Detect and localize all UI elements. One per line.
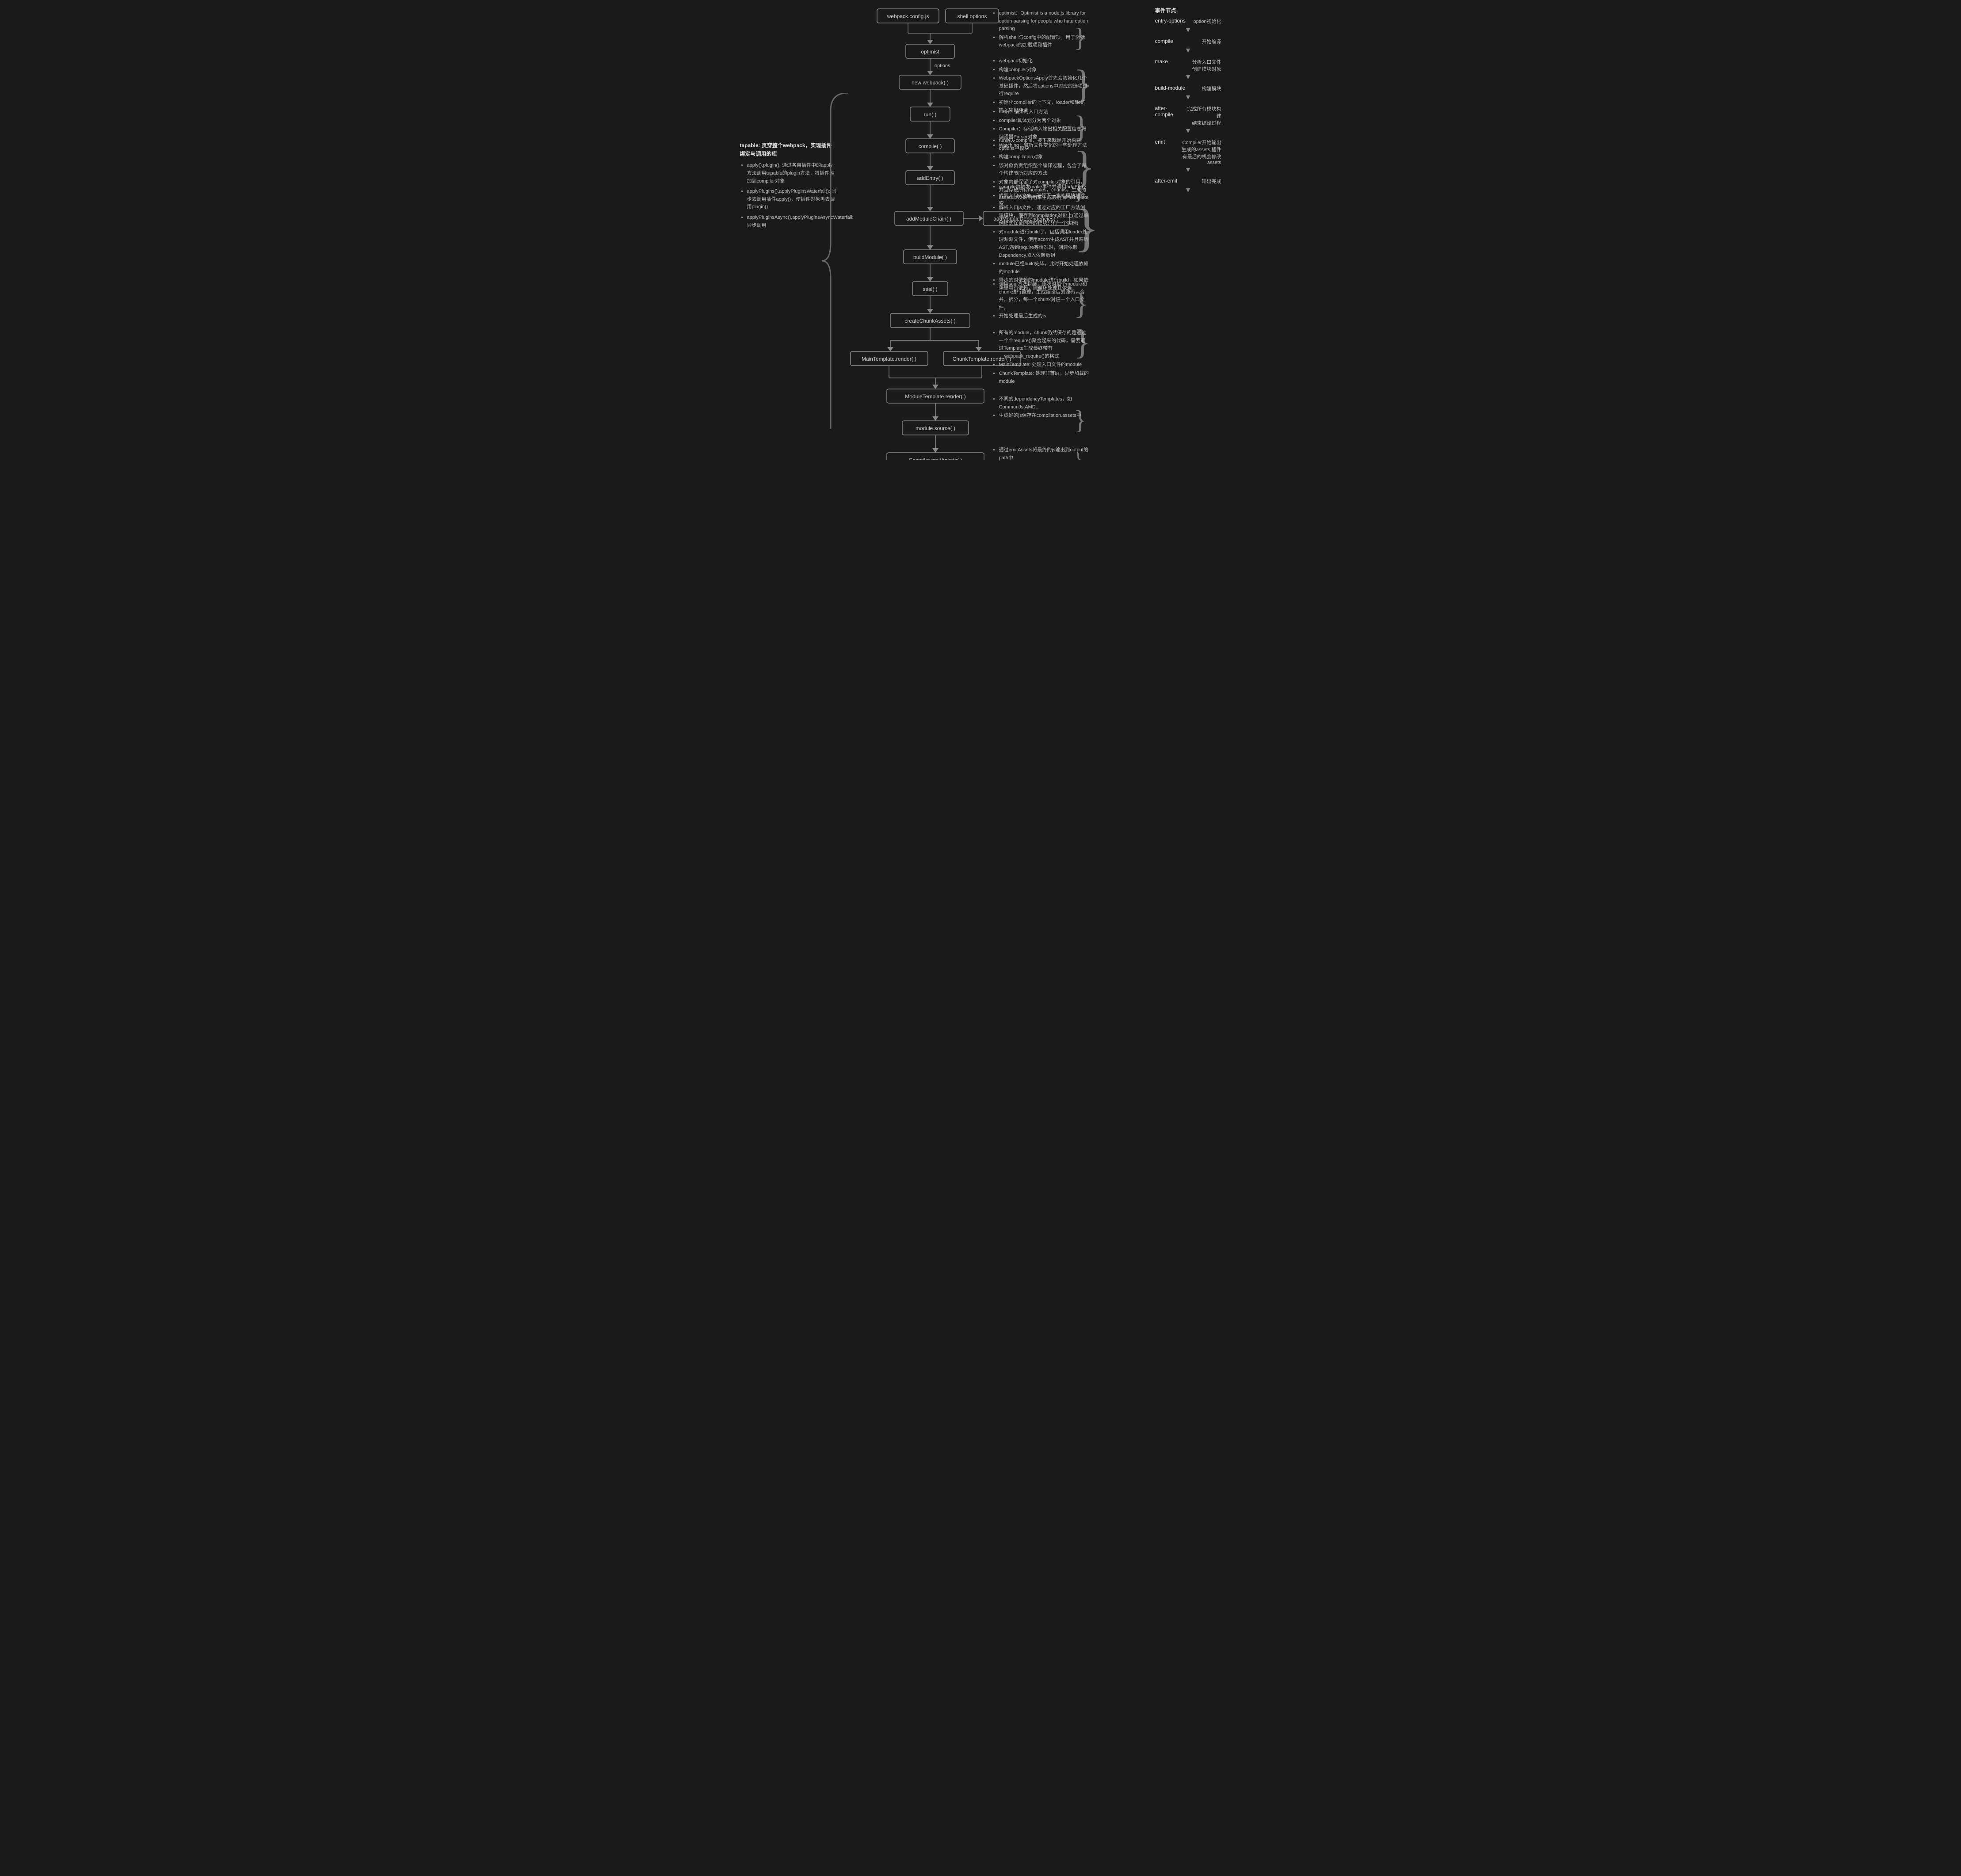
emit-note: 通过emitAssets将最终的js输出到output的path中 (992, 446, 1089, 463)
events-title: 事件节点: (1155, 7, 1221, 14)
svg-text:buildModule( ): buildModule( ) (913, 254, 946, 260)
svg-text:optimist: optimist (921, 49, 939, 55)
svg-text:run( ): run( ) (923, 111, 936, 118)
page-container: tapable: 贯穿整个webpack，实现插件绑定与调用的库 apply()… (736, 0, 1226, 469)
svg-text:shell options: shell options (957, 13, 987, 19)
chevron-6: ▼ (1155, 166, 1221, 174)
optimist-note: optimist：Optimist is a node.js library f… (992, 10, 1089, 50)
event-name-emit: emit (1155, 139, 1165, 165)
chevron-5: ▼ (1155, 127, 1221, 135)
svg-text:MainTemplate.render( ): MainTemplate.render( ) (861, 356, 916, 362)
svg-text:new webpack( ): new webpack( ) (911, 80, 948, 86)
event-after-compile: after-compile 完成所有模块构建结束编译过程 (1155, 105, 1221, 126)
svg-text:Compiler.emitAssets( ): Compiler.emitAssets( ) (908, 457, 962, 460)
svg-text:createChunkAssets( ): createChunkAssets( ) (904, 318, 955, 324)
event-name-after-emit: after-emit (1155, 178, 1178, 185)
addmoduledeps-note: 解析入口js文件，通过对应的工厂方法创建模块，保存到compilation对象上… (992, 204, 1089, 294)
chevron-2: ▼ (1155, 47, 1221, 55)
module-source-note: 不同的dependencyTemplates，如CommonJs,AMD... … (992, 396, 1089, 421)
event-name-compile: compile (1155, 38, 1173, 45)
event-desc-entry-options: option初始化 (1194, 18, 1221, 25)
events-panel: 事件节点: entry-options option初始化 ▼ compile … (1155, 7, 1221, 198)
event-make: make 分析入口文件创建模块对象 (1155, 58, 1221, 72)
event-desc-emit: Compiler开始输出生成的assets,插件有最后的机会修改assets (1182, 139, 1221, 165)
event-name-make: make (1155, 58, 1168, 72)
svg-text:ModuleTemplate.render( ): ModuleTemplate.render( ) (905, 393, 965, 400)
event-build-module: build-module 构建模块 (1155, 85, 1221, 92)
svg-text:addModuleChain( ): addModuleChain( ) (906, 216, 951, 222)
event-name-entry-options: entry-options (1155, 18, 1186, 25)
event-emit: emit Compiler开始输出生成的assets,插件有最后的机会修改ass… (1155, 139, 1221, 165)
event-desc-build-module: 构建模块 (1202, 85, 1221, 92)
event-desc-make: 分析入口文件创建模块对象 (1192, 58, 1221, 72)
webpack-init-note: webpack初始化 构建compiler对象 WebpackOptionsAp… (992, 57, 1089, 115)
event-entry-options: entry-options option初始化 (1155, 18, 1221, 25)
event-desc-compile: 开始编译 (1202, 38, 1221, 45)
event-compile: compile 开始编译 (1155, 38, 1221, 45)
svg-text:compile( ): compile( ) (918, 143, 942, 149)
event-desc-after-emit: 输出完成 (1202, 178, 1221, 185)
render-note: 所有的module，chunk仍然保存的是通过一个个require()聚合起来的… (992, 329, 1089, 386)
svg-text:webpack.config.js: webpack.config.js (886, 13, 929, 19)
chevron-7: ▼ (1155, 187, 1221, 194)
event-after-emit: after-emit 输出完成 (1155, 178, 1221, 185)
event-name-after-compile: after-compile (1155, 105, 1184, 126)
event-desc-after-compile: 完成所有模块构建结束编译过程 (1184, 105, 1221, 126)
seal-note: 调用seal方法封装，逐次对每个module和chunk进行整理，生成编译后的源… (992, 281, 1089, 321)
chevron-1: ▼ (1155, 27, 1221, 34)
svg-text:options: options (935, 63, 950, 69)
svg-text:module.source( ): module.source( ) (915, 425, 955, 431)
svg-text:addEntry( ): addEntry( ) (917, 175, 943, 181)
chevron-4: ▼ (1155, 94, 1221, 102)
chevron-3: ▼ (1155, 73, 1221, 81)
svg-text:seal( ): seal( ) (923, 286, 937, 292)
event-name-build-module: build-module (1155, 85, 1186, 92)
